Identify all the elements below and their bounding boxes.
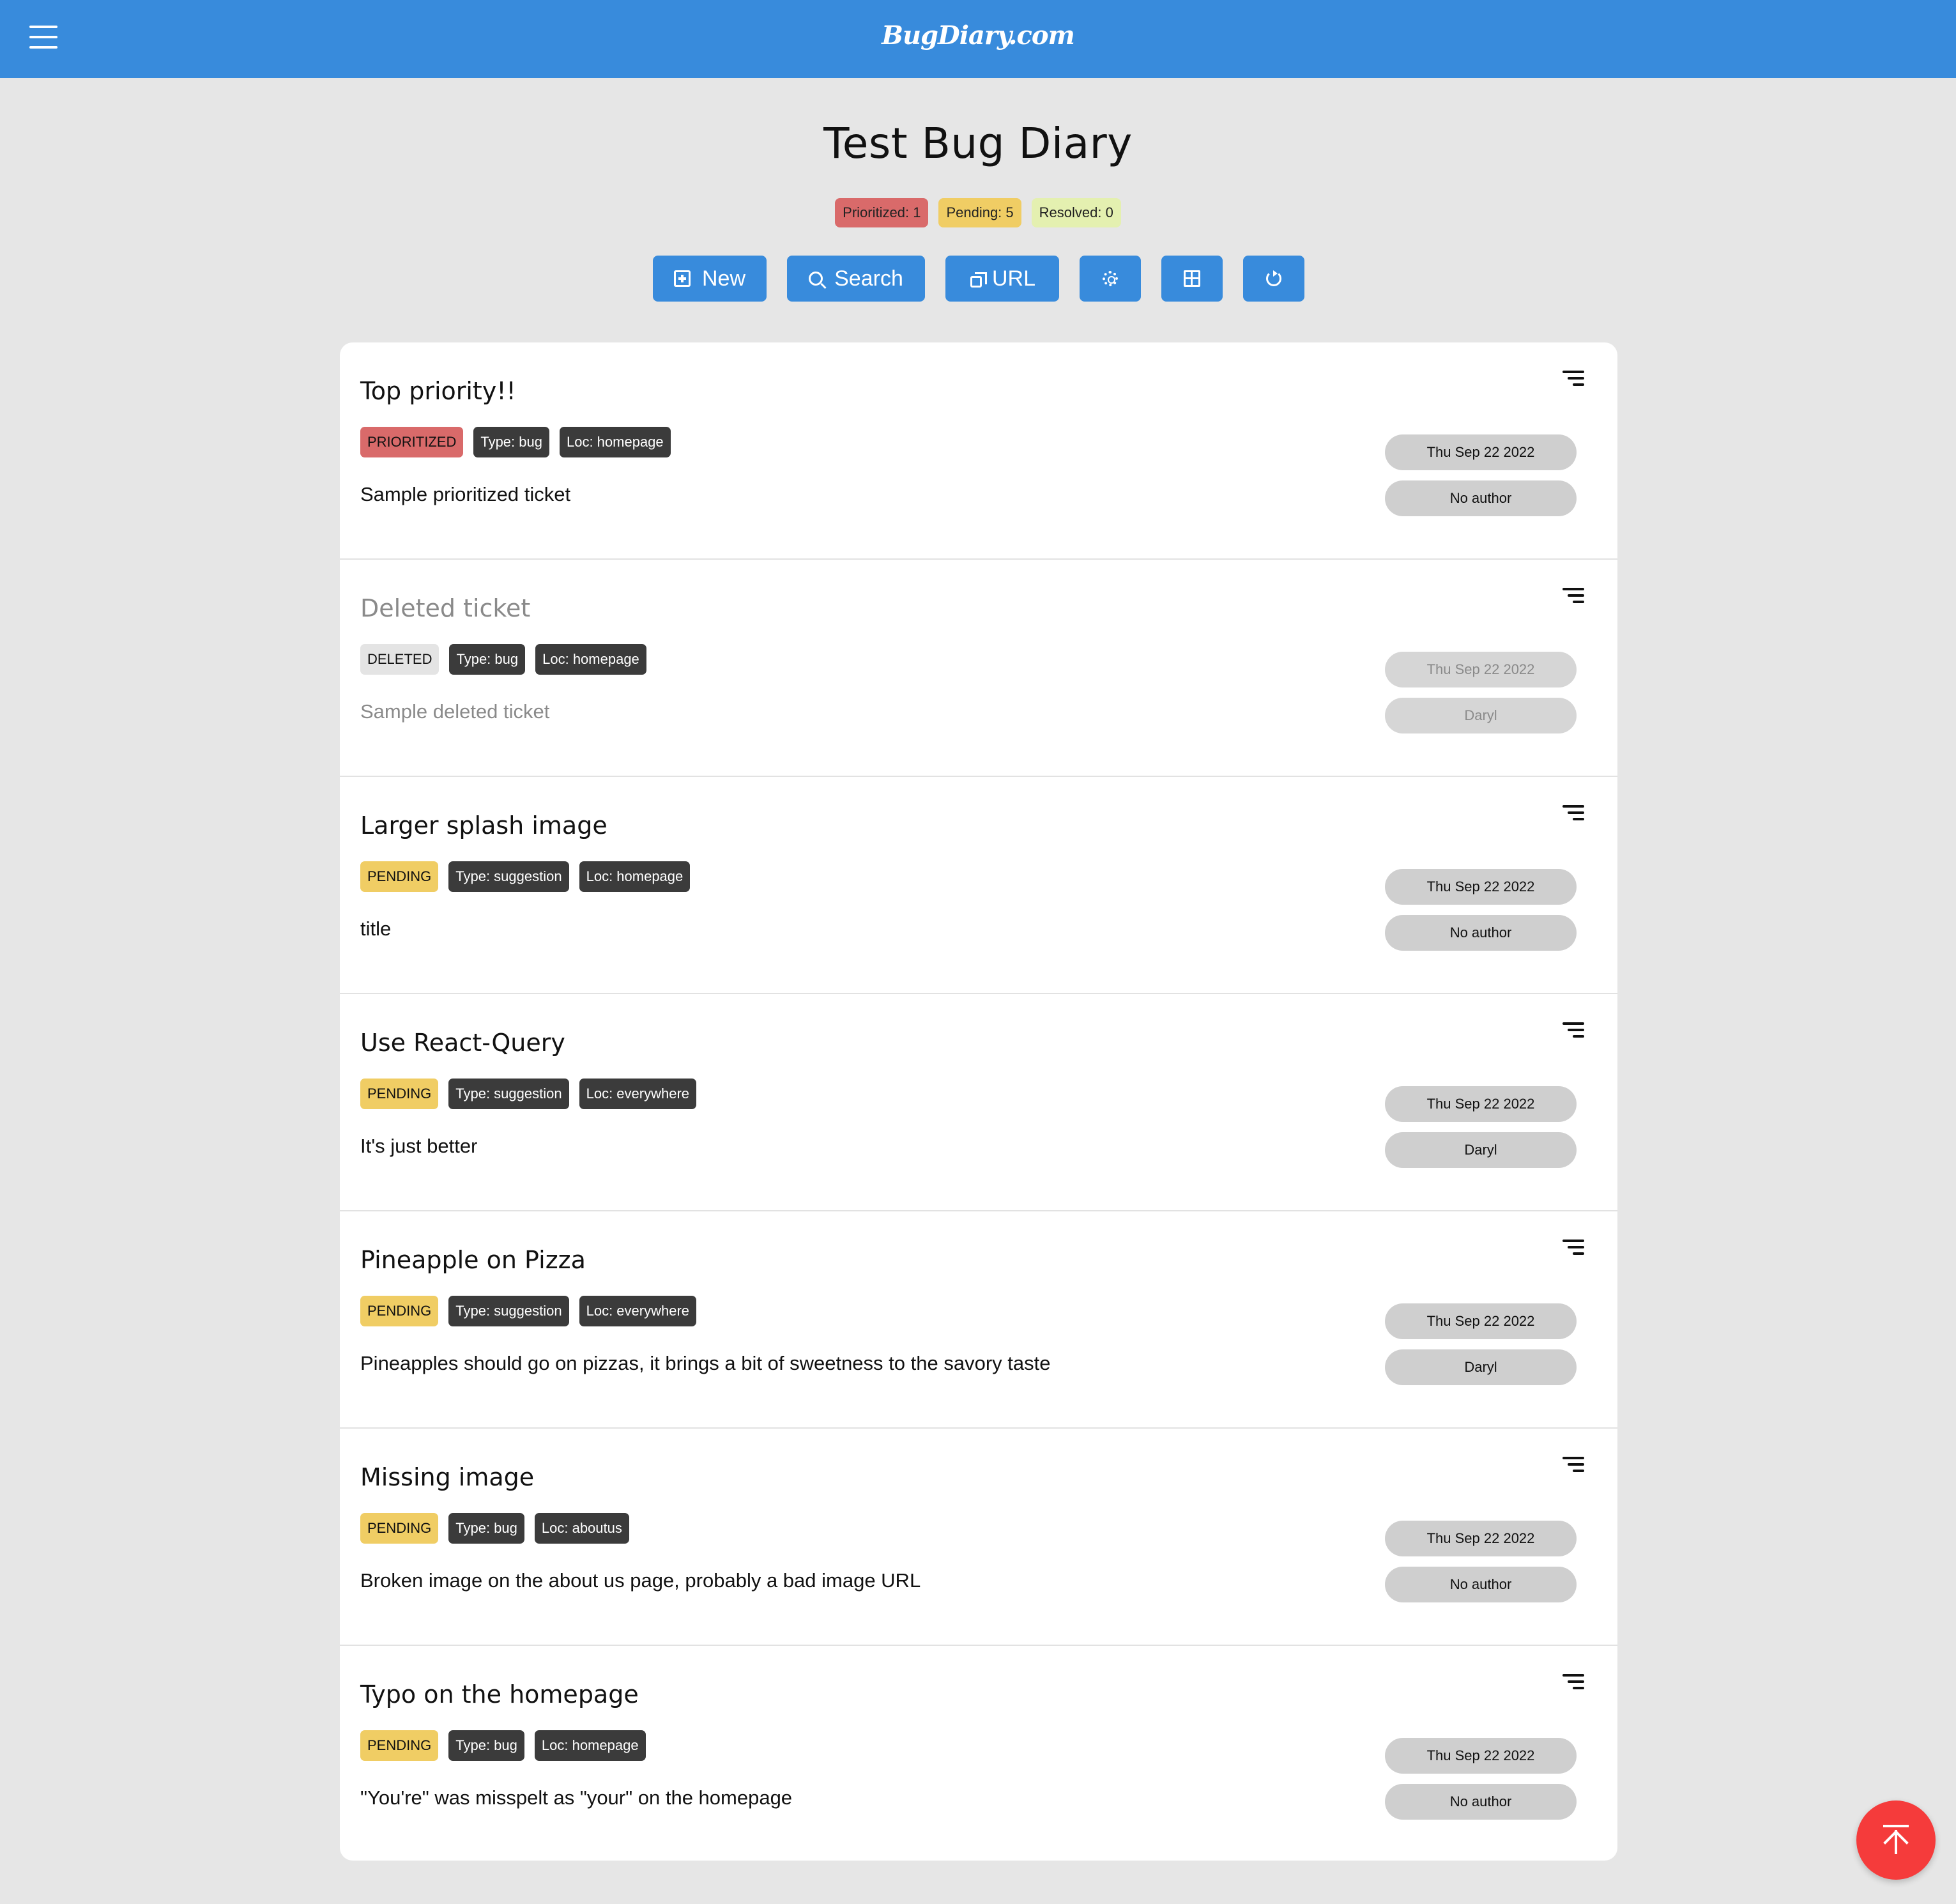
status-badge: PENDING xyxy=(360,861,439,892)
status-badge: PRIORITIZED xyxy=(360,427,464,457)
search-button-label: Search xyxy=(834,266,903,291)
ticket-tags: PRIORITIZED Type: bug Loc: homepage xyxy=(360,427,671,457)
ticket-menu-icon[interactable] xyxy=(1563,588,1584,604)
date-pill: Thu Sep 22 2022 xyxy=(1385,1521,1577,1556)
author-pill: Daryl xyxy=(1385,1349,1577,1385)
ticket-title: Pineapple on Pizza xyxy=(360,1246,586,1274)
ticket-menu-icon[interactable] xyxy=(1563,1240,1584,1256)
ticket-item[interactable]: Pineapple on Pizza PENDING Type: suggest… xyxy=(340,1211,1617,1429)
ticket-menu-icon[interactable] xyxy=(1563,371,1584,387)
ticket-item[interactable]: Use React-Query PENDING Type: suggestion… xyxy=(340,994,1617,1211)
plus-box-icon xyxy=(673,270,691,287)
ticket-menu-icon[interactable] xyxy=(1563,1457,1584,1473)
ticket-tags: PENDING Type: bug Loc: homepage xyxy=(360,1730,646,1761)
ticket-title: Deleted ticket xyxy=(360,594,531,622)
author-pill: No author xyxy=(1385,1784,1577,1820)
copy-icon xyxy=(970,272,987,288)
ticket-tags: PENDING Type: bug Loc: aboutus xyxy=(360,1513,629,1544)
settings-button[interactable] xyxy=(1080,256,1141,302)
ticket-description: "You're" was misspelt as "your" on the h… xyxy=(360,1786,793,1809)
page-title: Test Bug Diary xyxy=(823,119,1133,168)
type-badge: Type: suggestion xyxy=(448,1079,569,1109)
copy-url-button[interactable]: URL xyxy=(945,256,1059,302)
ticket-description: Broken image on the about us page, proba… xyxy=(360,1569,921,1592)
ticket-menu-icon[interactable] xyxy=(1563,1022,1584,1039)
date-pill: Thu Sep 22 2022 xyxy=(1385,1086,1577,1122)
url-button-label: URL xyxy=(991,266,1036,291)
scroll-to-top-button[interactable] xyxy=(1856,1800,1936,1880)
ticket-list: Top priority!! PRIORITIZED Type: bug Loc… xyxy=(340,342,1617,1861)
ticket-item[interactable]: Top priority!! PRIORITIZED Type: bug Loc… xyxy=(340,342,1617,560)
author-pill: Daryl xyxy=(1385,1132,1577,1168)
ticket-description: It's just better xyxy=(360,1135,478,1157)
ticket-title: Missing image xyxy=(360,1463,535,1491)
location-badge: Loc: homepage xyxy=(535,644,646,675)
author-pill: No author xyxy=(1385,480,1577,516)
ticket-title: Use React-Query xyxy=(360,1029,565,1057)
author-pill: No author xyxy=(1385,915,1577,951)
location-badge: Loc: everywhere xyxy=(579,1079,697,1109)
type-badge: Type: suggestion xyxy=(448,861,569,892)
toolbar: New Search URL xyxy=(653,256,1304,302)
new-ticket-button[interactable]: New xyxy=(653,256,767,302)
status-counts: Prioritized: 1 Pending: 5 Resolved: 0 xyxy=(0,198,1956,227)
location-badge: Loc: homepage xyxy=(534,1730,646,1761)
ticket-description: Sample prioritized ticket xyxy=(360,483,571,505)
date-pill: Thu Sep 22 2022 xyxy=(1385,869,1577,905)
search-button[interactable]: Search xyxy=(787,256,925,302)
ticket-tags: PENDING Type: suggestion Loc: everywhere xyxy=(360,1296,697,1326)
author-pill: No author xyxy=(1385,1567,1577,1602)
type-badge: Type: bug xyxy=(448,1730,524,1761)
ticket-title: Larger splash image xyxy=(360,811,607,840)
location-badge: Loc: aboutus xyxy=(534,1513,629,1544)
ticket-item[interactable]: Deleted ticket DELETED Type: bug Loc: ho… xyxy=(340,560,1617,777)
layout-grid-button[interactable] xyxy=(1161,256,1223,302)
type-badge: Type: bug xyxy=(448,1513,524,1544)
location-badge: Loc: homepage xyxy=(579,861,691,892)
status-badge: PENDING xyxy=(360,1513,439,1544)
date-pill: Thu Sep 22 2022 xyxy=(1385,652,1577,687)
ticket-tags: PENDING Type: suggestion Loc: everywhere xyxy=(360,1079,697,1109)
ticket-item[interactable]: Typo on the homepage PENDING Type: bug L… xyxy=(340,1646,1617,1861)
brand-logo[interactable]: BugDiary.com xyxy=(0,20,1956,50)
location-badge: Loc: homepage xyxy=(559,427,671,457)
ticket-title: Typo on the homepage xyxy=(360,1680,639,1708)
pending-count-badge: Pending: 5 xyxy=(938,198,1021,227)
resolved-count-badge: Resolved: 0 xyxy=(1031,198,1121,227)
ticket-item[interactable]: Larger splash image PENDING Type: sugges… xyxy=(340,777,1617,994)
status-badge: PENDING xyxy=(360,1079,439,1109)
type-badge: Type: bug xyxy=(473,427,549,457)
new-button-label: New xyxy=(701,266,746,291)
date-pill: Thu Sep 22 2022 xyxy=(1385,1738,1577,1774)
gear-icon xyxy=(1103,271,1118,286)
date-pill: Thu Sep 22 2022 xyxy=(1385,1303,1577,1339)
top-bar: BugDiary.com xyxy=(0,0,1956,78)
search-icon xyxy=(809,272,823,286)
grid-icon xyxy=(1184,270,1200,287)
ticket-title: Top priority!! xyxy=(360,377,516,405)
refresh-icon xyxy=(1266,270,1281,286)
ticket-item[interactable]: Missing image PENDING Type: bug Loc: abo… xyxy=(340,1429,1617,1646)
type-badge: Type: bug xyxy=(449,644,526,675)
author-pill: Daryl xyxy=(1385,698,1577,733)
ticket-tags: PENDING Type: suggestion Loc: homepage xyxy=(360,861,691,892)
location-badge: Loc: everywhere xyxy=(579,1296,697,1326)
ticket-description: Pineapples should go on pizzas, it bring… xyxy=(360,1352,1051,1374)
ticket-menu-icon[interactable] xyxy=(1563,805,1584,822)
ticket-description: Sample deleted ticket xyxy=(360,700,550,723)
ticket-menu-icon[interactable] xyxy=(1563,1674,1584,1691)
refresh-button[interactable] xyxy=(1243,256,1304,302)
prioritized-count-badge: Prioritized: 1 xyxy=(835,198,929,227)
ticket-description: title xyxy=(360,917,392,940)
status-badge: PENDING xyxy=(360,1730,439,1761)
date-pill: Thu Sep 22 2022 xyxy=(1385,434,1577,470)
status-badge: PENDING xyxy=(360,1296,439,1326)
ticket-tags: DELETED Type: bug Loc: homepage xyxy=(360,644,646,675)
status-badge: DELETED xyxy=(360,644,439,675)
type-badge: Type: suggestion xyxy=(448,1296,569,1326)
